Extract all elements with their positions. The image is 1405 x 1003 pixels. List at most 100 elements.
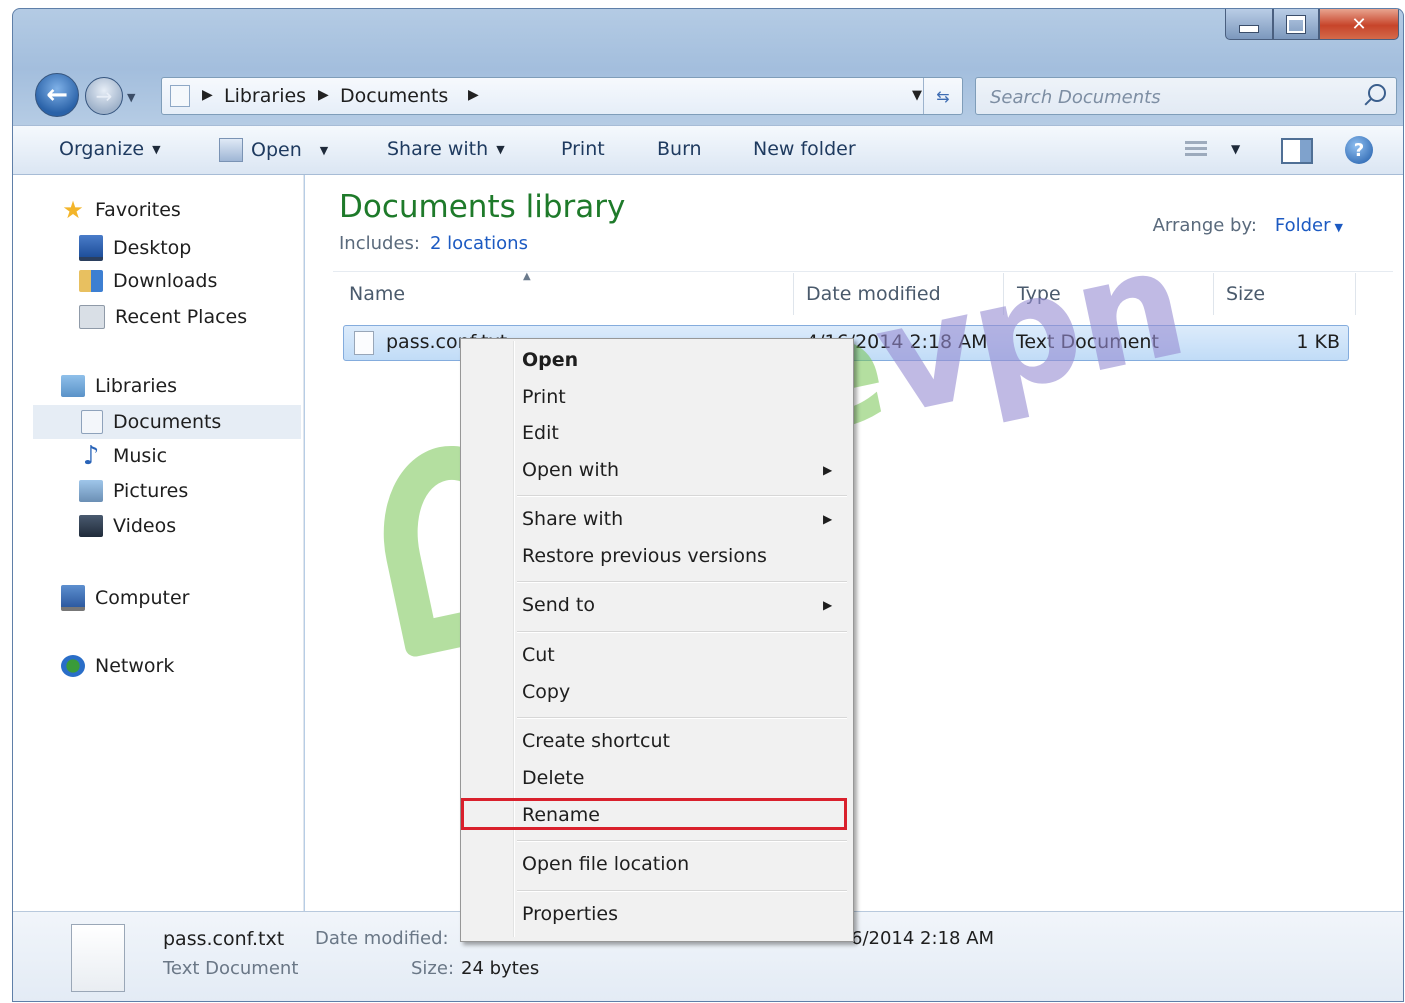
nav-label: Videos [113, 515, 177, 537]
search-icon[interactable] [1368, 84, 1386, 102]
arrange-by-dropdown[interactable]: Folder [1275, 215, 1331, 236]
menu-item-restore-previous-versions[interactable]: Restore previous versions [522, 545, 767, 567]
menu-separator [517, 631, 847, 633]
breadcrumb-separator-icon[interactable]: ▶ [318, 87, 329, 103]
minimize-button[interactable] [1225, 9, 1273, 40]
column-divider[interactable] [1355, 273, 1356, 315]
menu-item-delete[interactable]: Delete [522, 767, 584, 789]
recent-pages-dropdown-icon[interactable]: ▼ [127, 91, 135, 104]
details-size-value: 24 bytes [461, 958, 540, 979]
nav-item-documents[interactable]: Documents [33, 405, 301, 439]
menu-item-open-with[interactable]: Open with [522, 459, 619, 481]
new-folder-button[interactable]: New folder [753, 138, 856, 160]
preview-pane-icon[interactable] [1281, 138, 1313, 164]
organize-label: Organize [59, 138, 145, 160]
menu-separator [517, 840, 847, 842]
computer-icon [61, 585, 85, 611]
details-date-modified-label: Date modified: [315, 928, 449, 949]
libraries-icon [61, 375, 85, 397]
network-icon [61, 655, 85, 677]
column-divider[interactable] [1213, 273, 1214, 315]
breadcrumb-libraries[interactable]: Libraries [224, 85, 306, 107]
open-button[interactable]: Open ▼ [219, 138, 328, 162]
column-header-type[interactable]: Type [1017, 283, 1061, 305]
column-header-date-modified[interactable]: Date modified [806, 283, 941, 305]
menu-item-open-file-location[interactable]: Open file location [522, 853, 689, 875]
menu-item-copy[interactable]: Copy [522, 681, 570, 703]
menu-item-cut[interactable]: Cut [522, 644, 555, 666]
details-date-created-value: 6/2014 2:18 AM [851, 928, 995, 949]
nav-label: Libraries [95, 375, 178, 397]
open-icon [219, 138, 243, 162]
pictures-icon [79, 480, 103, 502]
file-type: Text Document [1016, 331, 1159, 353]
context-menu: Open Print Edit Open with ▶ Share with ▶… [460, 338, 854, 942]
address-dropdown-icon[interactable]: ▼ [912, 88, 922, 103]
menu-item-print[interactable]: Print [522, 386, 566, 408]
chevron-down-icon[interactable]: ▼ [1335, 221, 1343, 234]
menu-item-edit[interactable]: Edit [522, 422, 559, 444]
maximize-button[interactable] [1273, 9, 1319, 40]
nav-item-pictures[interactable]: Pictures [79, 480, 188, 502]
nav-item-videos[interactable]: Videos [79, 515, 176, 537]
breadcrumb-separator-icon[interactable]: ▶ [202, 87, 213, 103]
column-divider[interactable] [793, 273, 794, 315]
menu-item-create-shortcut[interactable]: Create shortcut [522, 730, 670, 752]
help-icon[interactable]: ? [1345, 136, 1373, 164]
nav-label: Computer [95, 587, 190, 609]
share-with-button[interactable]: Share with ▼ [387, 138, 505, 160]
menu-item-share-with[interactable]: Share with [522, 508, 623, 530]
chevron-down-icon: ▼ [152, 142, 161, 156]
close-button[interactable]: ✕ [1319, 9, 1399, 40]
documents-icon [81, 410, 103, 434]
details-file-name: pass.conf.txt [163, 928, 285, 950]
chevron-down-icon[interactable]: ▼ [1231, 142, 1240, 156]
nav-item-downloads[interactable]: Downloads [79, 270, 217, 292]
column-header-name[interactable]: Name [349, 283, 405, 305]
details-file-type: Text Document [163, 958, 299, 979]
nav-item-computer[interactable]: Computer [61, 585, 189, 611]
menu-item-send-to[interactable]: Send to [522, 594, 595, 616]
search-input[interactable] [988, 84, 1362, 110]
nav-item-desktop[interactable]: Desktop [79, 235, 191, 261]
address-bar[interactable]: ▶ Libraries ▶ Documents ▶ ▼ ⇆ [161, 77, 963, 115]
search-box[interactable] [975, 77, 1397, 115]
nav-item-music[interactable]: ♪ Music [79, 443, 167, 469]
details-size-label: Size: [411, 958, 455, 979]
refresh-icon: ⇆ [936, 86, 950, 106]
back-button[interactable]: ← [35, 73, 79, 117]
print-label: Print [561, 138, 605, 160]
command-bar: Organize ▼ Open ▼ Share with ▼ Print Bur… [13, 125, 1403, 175]
organize-button[interactable]: Organize ▼ [59, 138, 161, 160]
menu-item-open[interactable]: Open [522, 349, 578, 371]
share-with-label: Share with [387, 138, 489, 160]
nav-item-recent-places[interactable]: Recent Places [79, 305, 247, 329]
locations-link[interactable]: 2 locations [430, 233, 528, 254]
close-icon: ✕ [1351, 13, 1367, 35]
nav-item-libraries[interactable]: Libraries [61, 375, 177, 397]
burn-button[interactable]: Burn [657, 138, 702, 160]
context-menu-gutter [513, 341, 515, 937]
navigation-pane: ★ Favorites Desktop Downloads Recent Pla… [13, 175, 304, 911]
column-divider[interactable] [1003, 273, 1004, 315]
change-view-icon[interactable] [1185, 141, 1207, 159]
recent-places-icon [79, 305, 105, 329]
chevron-down-icon[interactable]: ▼ [320, 144, 328, 157]
nav-label: Desktop [113, 237, 192, 259]
column-header-size[interactable]: Size [1226, 283, 1265, 305]
forward-button[interactable]: → [85, 77, 123, 115]
nav-item-network[interactable]: Network [61, 655, 174, 677]
submenu-arrow-icon: ▶ [823, 512, 833, 526]
refresh-button[interactable]: ⇆ [923, 78, 962, 114]
library-location-icon [170, 85, 190, 107]
nav-label: Favorites [95, 199, 181, 221]
menu-separator [517, 890, 847, 892]
breadcrumb-separator-icon[interactable]: ▶ [468, 87, 479, 103]
library-title: Documents library [339, 189, 626, 225]
menu-item-properties[interactable]: Properties [522, 903, 618, 925]
nav-label: Pictures [113, 480, 189, 502]
print-button[interactable]: Print [561, 138, 605, 160]
nav-label: Downloads [113, 270, 218, 292]
breadcrumb-documents[interactable]: Documents [340, 85, 448, 107]
nav-item-favorites[interactable]: ★ Favorites [61, 198, 181, 222]
